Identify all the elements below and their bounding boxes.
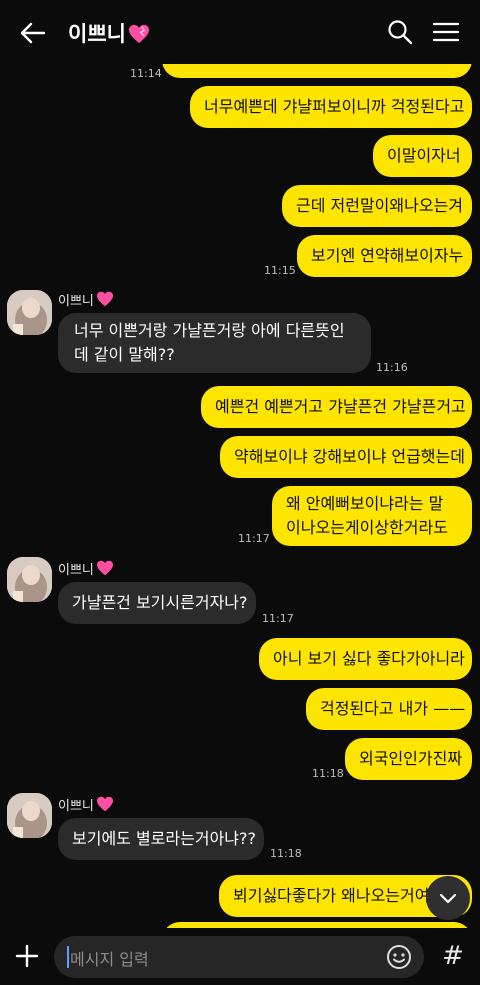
message-input[interactable]: 메시지 입력 (54, 936, 424, 978)
message-bubble-sent[interactable]: 걱정된다고 내가 —— (306, 688, 472, 730)
message-time: 11:16 (376, 361, 408, 374)
search-icon[interactable] (386, 18, 414, 46)
chat-header: 이쁘니 (0, 0, 480, 64)
message-input-placeholder: 메시지 입력 (70, 950, 149, 969)
message-bubble-sent[interactable]: 외국인인가진짜 (345, 738, 472, 780)
chat-title[interactable]: 이쁘니 (68, 18, 149, 48)
message-time: 11:17 (238, 532, 270, 545)
message-time: 11:18 (270, 847, 302, 860)
message-bubble-received[interactable]: 너무 이쁜거랑 가냘픈거랑 아에 다른뜻인데 같이 말해?? (58, 313, 371, 373)
heart-icon (96, 560, 116, 578)
plus-icon[interactable] (12, 941, 42, 971)
message-bubble-sent[interactable]: 근데 저런말이왜나오는겨 (282, 185, 472, 227)
contact-avatar[interactable] (7, 793, 52, 838)
message-time: 11:17 (262, 612, 294, 625)
message-bubble-received[interactable]: 가냘픈건 보기시른거자나? (58, 582, 256, 624)
message-time: 11:18 (312, 767, 344, 780)
message-bubble-sent[interactable]: 아니 보기 싫다 좋다가아니라 (259, 638, 472, 680)
message-time: 11:14 (130, 67, 162, 80)
emoji-icon[interactable] (386, 944, 412, 970)
message-bubble-sent[interactable]: 약해보이냐 강해보이냐 언급햇는데 (220, 436, 472, 478)
contact-avatar[interactable] (7, 557, 52, 602)
heart-icon (96, 291, 116, 309)
sender-name-text: 이쁘니 (58, 799, 94, 814)
contact-avatar[interactable] (7, 290, 52, 335)
menu-icon[interactable] (432, 18, 460, 46)
sender-name-text: 이쁘니 (58, 563, 94, 578)
chat-title-text: 이쁘니 (68, 22, 126, 46)
chat-area[interactable]: 11:14 너무예쁜데 갸냘퍼보이니까 걱정된다고 이말이자너 근데 저런말이왜… (0, 0, 480, 985)
sender-name: 이쁘니 (58, 795, 116, 814)
text-caret (67, 946, 69, 968)
message-time: 11:15 (264, 264, 296, 277)
message-bubble-sent[interactable]: 왜 안예뻐보이냐라는 말이나오는게이상한거라도 (272, 486, 472, 546)
scroll-down-button[interactable] (426, 876, 470, 920)
message-bubble-sent[interactable]: 너무예쁜데 갸냘퍼보이니까 걱정된다고 (190, 86, 472, 128)
heart-icon (128, 24, 149, 44)
message-bubble-sent[interactable]: 보기엔 연약해보이자누 (297, 235, 472, 277)
message-bubble-received[interactable]: 보기에도 별로라는거아냐?? (58, 818, 264, 860)
chevron-down-icon (439, 893, 457, 904)
heart-icon (96, 796, 116, 814)
sender-name: 이쁘니 (58, 290, 116, 309)
message-bubble-sent[interactable]: 예쁜건 예쁜거고 갸냘픈건 갸냘픈거고 (201, 386, 472, 428)
hash-button[interactable]: # (434, 936, 472, 976)
back-arrow-icon[interactable] (18, 18, 48, 48)
sender-name-text: 이쁘니 (58, 294, 94, 309)
message-bubble-sent[interactable]: 이말이자너 (373, 135, 472, 177)
sender-name: 이쁘니 (58, 559, 116, 578)
input-bar: 메시지 입력 # (0, 928, 480, 985)
